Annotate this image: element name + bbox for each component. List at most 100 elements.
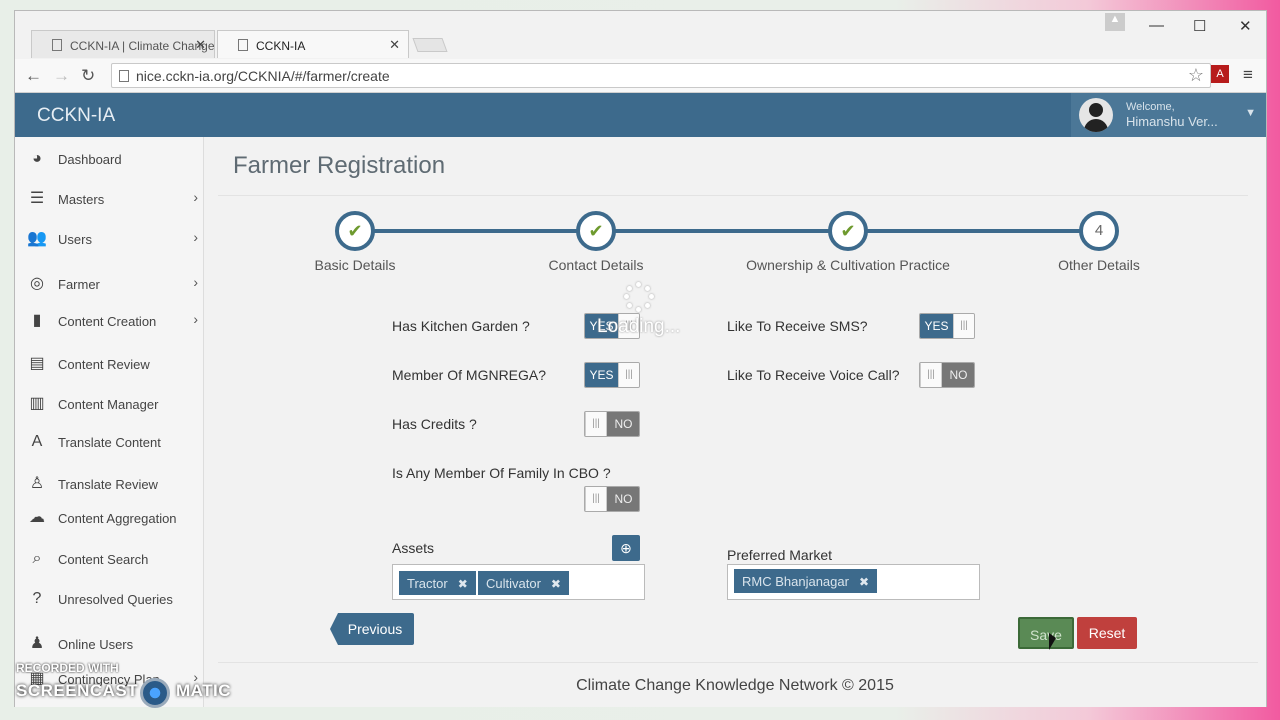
sidebar-item-content-aggregation[interactable]: ☁ Content Aggregation xyxy=(15,498,204,538)
url-input[interactable]: nice.cckn-ia.org/CCKNIA/#/farmer/create … xyxy=(111,63,1211,88)
chevron-right-icon: › xyxy=(193,189,198,205)
user-menu[interactable]: Welcome, Himanshu Ver... ▼ xyxy=(1071,93,1266,137)
save-button[interactable]: Save xyxy=(1018,617,1074,649)
toggle-state: NO xyxy=(942,363,974,387)
sms-label: Like To Receive SMS? xyxy=(727,318,868,334)
sidebar-item-online-users[interactable]: ♟ Online Users xyxy=(15,624,204,664)
sidebar-item-masters[interactable]: ☰ Masters › xyxy=(15,179,204,219)
toggle-state: NO xyxy=(607,412,639,436)
voice-call-toggle[interactable]: ||| NO xyxy=(919,362,975,388)
farmer-icon: ◎ xyxy=(30,275,44,292)
reset-button[interactable]: Reset xyxy=(1077,617,1137,649)
watermark-line1: RECORDED WITH xyxy=(16,661,119,675)
sidebar-item-label: Translate Review xyxy=(58,477,158,492)
brand-logo[interactable]: CCKN-IA xyxy=(37,105,115,127)
minimize-icon[interactable]: — xyxy=(1149,17,1164,34)
screencast-logo-icon xyxy=(140,678,170,708)
tab-title: CCKN-IA xyxy=(256,39,306,53)
mouse-cursor-icon xyxy=(1049,633,1056,650)
pdf-extension-icon[interactable]: A xyxy=(1211,65,1229,83)
close-window-icon[interactable]: ✕ xyxy=(1239,17,1252,35)
step-3-check-icon[interactable]: ✔ xyxy=(828,211,868,251)
dashboard-icon: ◕ xyxy=(32,150,42,167)
mgnrega-toggle[interactable]: YES ||| xyxy=(584,362,640,388)
back-arrow-icon[interactable]: ← xyxy=(25,66,42,86)
toggle-knob: ||| xyxy=(618,363,639,387)
user-name: Himanshu Ver... xyxy=(1126,114,1218,129)
sms-toggle[interactable]: YES ||| xyxy=(919,313,975,339)
sidebar-item-unresolved-queries[interactable]: ? Unresolved Queries xyxy=(15,579,204,619)
sidebar-item-label: Content Search xyxy=(58,552,149,567)
add-asset-button[interactable]: ⊕ xyxy=(612,535,640,561)
sidebar-item-dashboard[interactable]: ◕ Dashboard xyxy=(15,139,204,179)
asset-tag: Tractor ✖ xyxy=(399,571,476,595)
credits-toggle[interactable]: ||| NO xyxy=(584,411,640,437)
divider xyxy=(218,662,1258,663)
browser-tab-2[interactable]: CCKN-IA ✕ xyxy=(217,30,409,58)
url-text: nice.cckn-ia.org/CCKNIA/#/farmer/create xyxy=(136,68,390,84)
close-tab-icon[interactable]: ✕ xyxy=(195,37,206,53)
cloud-icon: ☁ xyxy=(29,509,45,526)
footer-text: Climate Change Knowledge Network © 2015 xyxy=(576,677,894,694)
sidebar-item-translate-content[interactable]: A Translate Content xyxy=(15,422,204,462)
users-icon: 👥 xyxy=(27,230,47,247)
divider xyxy=(218,195,1248,196)
sidebar-item-users[interactable]: 👥 Users › xyxy=(15,219,204,259)
toggle-knob: ||| xyxy=(585,412,607,436)
chevron-down-icon: ▼ xyxy=(1245,107,1256,119)
watermark-line2: SCREENCAST xyxy=(16,681,139,700)
voice-call-label: Like To Receive Voice Call? xyxy=(727,367,900,383)
sidebar-item-content-search[interactable]: ⌕ Content Search xyxy=(15,539,204,579)
avatar xyxy=(1079,98,1113,132)
loading-spinner-icon xyxy=(624,282,654,312)
menu-icon[interactable]: ≡ xyxy=(1243,65,1253,85)
tag-label: Tractor xyxy=(407,576,448,591)
page-title: Farmer Registration xyxy=(233,152,446,179)
sidebar-item-content-creation[interactable]: ▮ Content Creation › xyxy=(15,301,204,341)
sidebar-item-label: Translate Content xyxy=(58,435,161,450)
step-1-check-icon[interactable]: ✔ xyxy=(335,211,375,251)
market-tag-input[interactable]: RMC Bhanjanagar ✖ xyxy=(727,564,980,600)
sidebar-item-label: Masters xyxy=(58,192,105,207)
toggle-knob: ||| xyxy=(585,487,607,511)
toggle-state: YES xyxy=(920,314,953,338)
bookmark-star-icon[interactable]: ☆ xyxy=(1188,65,1204,86)
close-tab-icon[interactable]: ✕ xyxy=(389,37,400,53)
previous-button[interactable]: Previous xyxy=(330,613,414,645)
step-label-other-details: Other Details xyxy=(1058,257,1140,273)
remove-tag-icon[interactable]: ✖ xyxy=(859,575,869,589)
sidebar-item-content-review[interactable]: ▤ Content Review xyxy=(15,344,204,384)
step-label-ownership: Ownership & Cultivation Practice xyxy=(746,257,950,273)
new-tab-button[interactable] xyxy=(412,38,448,52)
sidebar-item-label: Content Manager xyxy=(58,397,159,412)
chevron-right-icon: › xyxy=(193,274,198,290)
question-icon: ? xyxy=(32,590,42,607)
step-label-contact-details: Contact Details xyxy=(548,257,644,273)
remove-tag-icon[interactable]: ✖ xyxy=(458,577,468,591)
step-2-check-icon[interactable]: ✔ xyxy=(576,211,616,251)
browser-window: CCKN-IA | Climate Change ✕ CCKN-IA ✕ ▲ —… xyxy=(14,10,1267,707)
toggle-knob: ||| xyxy=(920,363,942,387)
remove-tag-icon[interactable]: ✖ xyxy=(551,577,561,591)
sidebar-item-label: Dashboard xyxy=(58,152,122,167)
main-content: Farmer Registration ✔ ✔ ✔ 4 Basic Detail… xyxy=(204,137,1266,707)
browser-tab-1[interactable]: CCKN-IA | Climate Change ✕ xyxy=(31,30,215,58)
reload-icon[interactable]: ↻ xyxy=(81,66,95,86)
online-user-icon: ♟ xyxy=(29,635,45,652)
step-4-number[interactable]: 4 xyxy=(1079,211,1119,251)
sidebar-item-farmer[interactable]: ◎ Farmer › xyxy=(15,264,204,304)
cbo-toggle[interactable]: ||| NO xyxy=(584,486,640,512)
market-tag: RMC Bhanjanagar ✖ xyxy=(734,569,878,593)
top-navbar: CCKN-IA Welcome, Himanshu Ver... ▼ xyxy=(15,93,1266,137)
forward-arrow-icon[interactable]: → xyxy=(53,66,70,86)
translate-icon: A xyxy=(31,433,43,450)
maximize-icon[interactable]: ☐ xyxy=(1193,17,1206,35)
profile-icon[interactable]: ▲ xyxy=(1105,13,1125,31)
page-icon xyxy=(119,70,129,82)
translate-review-icon: ♙ xyxy=(29,475,45,492)
sidebar-item-label: Content Review xyxy=(58,357,150,372)
manager-icon: ▥ xyxy=(29,395,45,412)
assets-tag-input[interactable]: Tractor ✖ Cultivator ✖ xyxy=(392,564,645,600)
sidebar-item-content-manager[interactable]: ▥ Content Manager xyxy=(15,384,204,424)
sidebar-item-label: Content Creation xyxy=(58,314,157,329)
